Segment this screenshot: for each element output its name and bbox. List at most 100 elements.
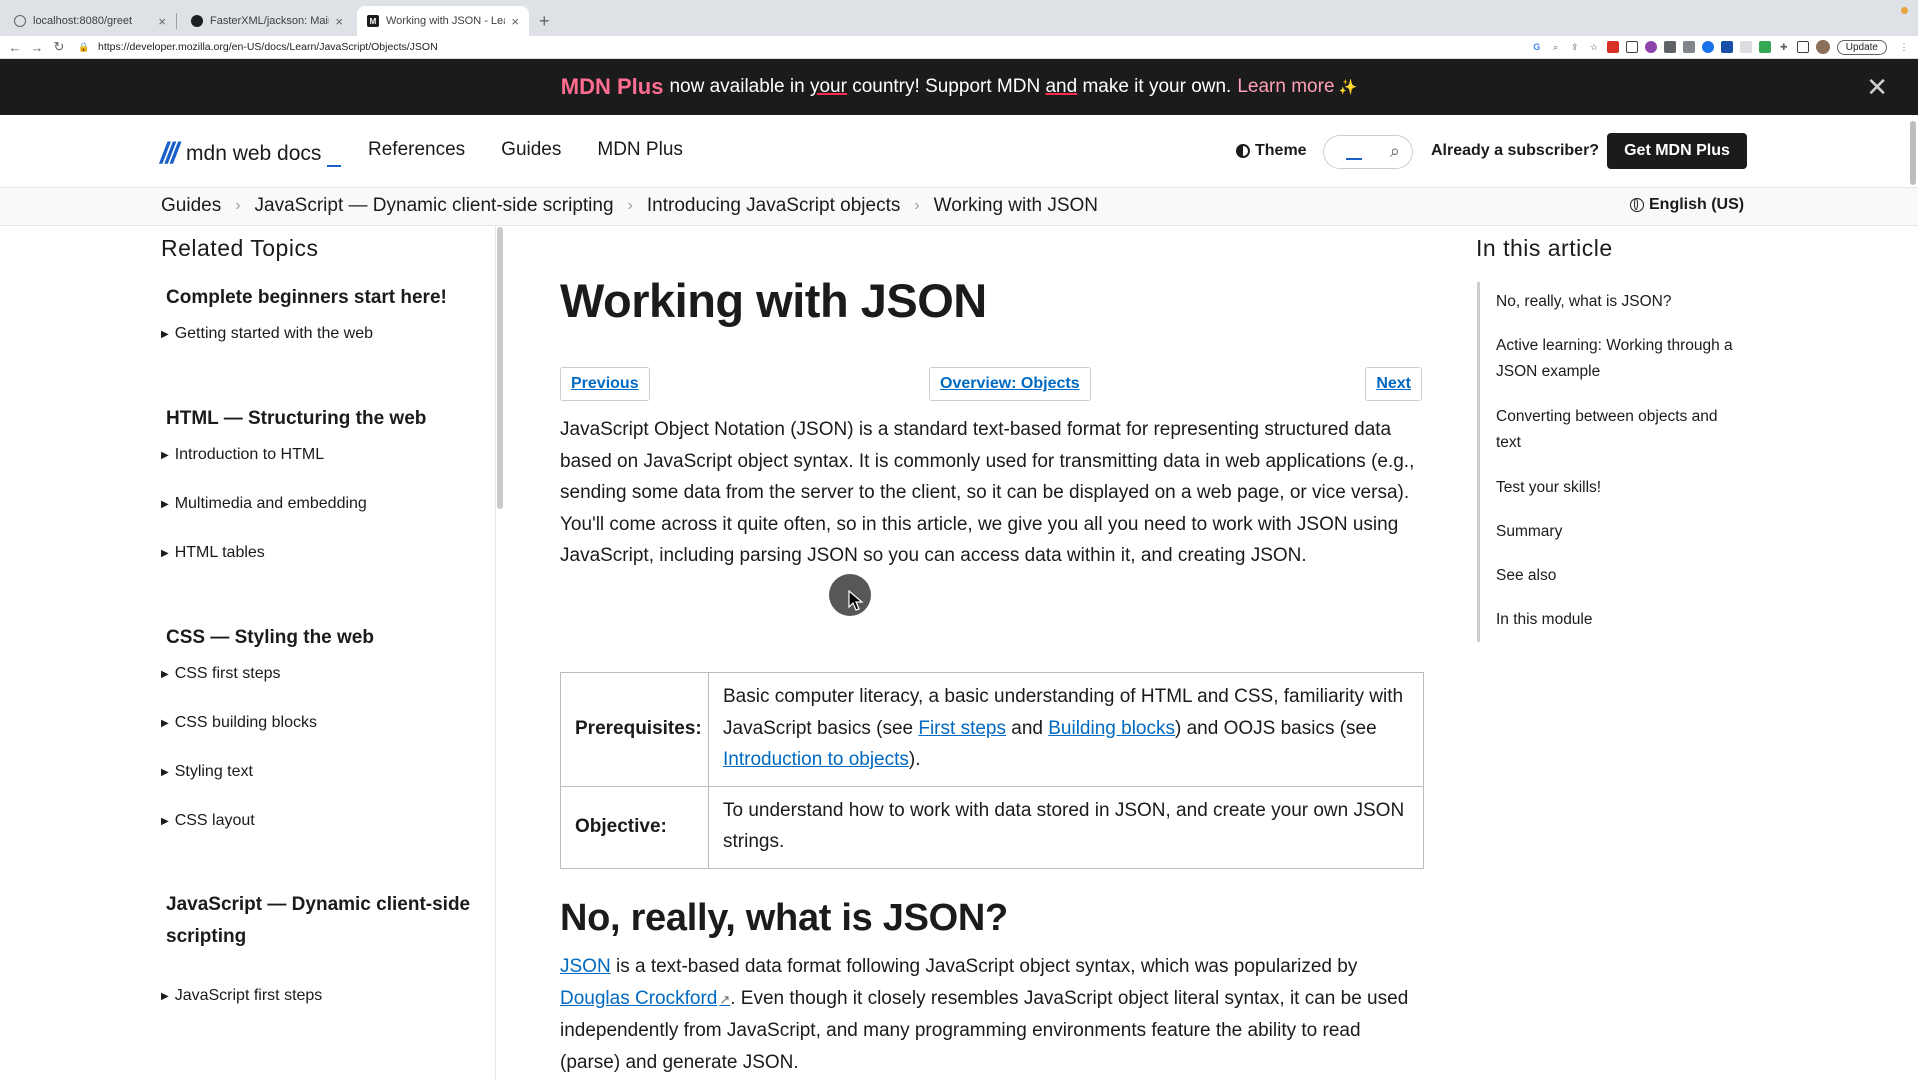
extension-dark-blue-icon[interactable]	[1720, 41, 1733, 53]
login-link[interactable]: Already a subscriber?	[1431, 142, 1599, 160]
theme-switcher[interactable]: Theme	[1236, 142, 1307, 160]
reload-icon[interactable]: ↻	[48, 39, 70, 55]
browser-tab-3-active[interactable]: M Working with JSON - Learn we ×	[357, 6, 529, 36]
caret-right-icon: ▶	[161, 717, 169, 729]
back-arrow-icon[interactable]: ←	[4, 40, 26, 55]
profile-avatar[interactable]	[1815, 40, 1830, 54]
json-glossary-link[interactable]: JSON	[560, 956, 611, 977]
url-field[interactable]: 🔒 https://developer.mozilla.org/en-US/do…	[78, 37, 1458, 57]
close-icon[interactable]: ×	[335, 14, 343, 29]
sidebar-scrollbar[interactable]	[497, 227, 503, 509]
sidebar-item[interactable]: ▶ CSS building blocks	[161, 714, 317, 732]
chevron-right-icon: ›	[235, 197, 241, 214]
github-icon	[191, 15, 203, 27]
extension-green-icon[interactable]	[1758, 41, 1771, 53]
toc-item[interactable]: See also	[1496, 563, 1746, 589]
douglas-crockford-link[interactable]: Douglas Crockford ↗	[560, 988, 730, 1009]
webpage: MDN Plus now available in your country! …	[0, 59, 1918, 1080]
banner-text-part: country! Support MDN	[852, 76, 1041, 97]
toc-item[interactable]: No, really, what is JSON?	[1496, 289, 1746, 315]
google-icon[interactable]: G	[1531, 41, 1543, 53]
language-switcher[interactable]: English (US)	[1630, 196, 1744, 214]
window-status-dot	[1901, 7, 1908, 14]
breadcrumb-item-current[interactable]: Working with JSON	[934, 195, 1098, 217]
extension-light-icon[interactable]	[1739, 41, 1752, 53]
sidebar-item[interactable]: ▶ Multimedia and embedding	[161, 495, 367, 513]
sidebar-item-label: Introduction to HTML	[174, 446, 325, 463]
cell-text: ) and OOJS basics (see	[1175, 717, 1377, 739]
search-input[interactable]: ⌕	[1323, 135, 1413, 169]
previous-link[interactable]: Previous	[560, 367, 650, 401]
page-scrollbar[interactable]	[1910, 121, 1916, 185]
sidebar-item[interactable]: ▶ CSS first steps	[161, 665, 281, 683]
toc-item[interactable]: Converting between objects and text	[1496, 404, 1746, 456]
forward-arrow-icon[interactable]: →	[26, 40, 48, 55]
extension-grey-2-icon[interactable]	[1682, 41, 1695, 53]
zoom-icon[interactable]: ⌕	[1550, 41, 1562, 53]
extension-blue-icon[interactable]	[1701, 41, 1714, 53]
sidebar-item[interactable]: ▶ Getting started with the web	[161, 325, 373, 343]
tab-title: localhost:8080/greet	[33, 15, 133, 27]
get-mdn-plus-button[interactable]: Get MDN Plus	[1607, 133, 1747, 169]
extension-red-icon[interactable]	[1606, 41, 1619, 53]
overview-link[interactable]: Overview: Objects	[929, 367, 1091, 401]
logo-text: mdn web docs	[186, 142, 322, 165]
banner-text-emphasis: your	[809, 76, 847, 97]
mdn-logo-icon: ///	[160, 137, 179, 170]
browser-tab-2[interactable]: FasterXML/jackson: Main Porta ×	[181, 6, 353, 36]
nav-guides[interactable]: Guides	[501, 139, 561, 161]
toc-item[interactable]: In this module	[1496, 607, 1746, 633]
browser-tabstrip: localhost:8080/greet × FasterXML/jackson…	[0, 0, 1918, 36]
link-text: Douglas Crockford	[560, 987, 718, 1009]
building-blocks-link[interactable]: Building blocks	[1048, 718, 1175, 739]
search-caret	[1346, 158, 1362, 160]
mdn-logo[interactable]: /// mdn web docs	[160, 137, 342, 171]
breadcrumb-item-objects[interactable]: Introducing JavaScript objects	[647, 195, 900, 217]
sidebar-item[interactable]: ▶ CSS layout	[161, 812, 255, 830]
paragraph-text: is a text-based data format following Ja…	[615, 956, 1358, 977]
nav-mdn-plus[interactable]: MDN Plus	[597, 139, 683, 161]
update-button[interactable]: Update	[1836, 39, 1887, 55]
sidebar-item[interactable]: ▶ HTML tables	[161, 544, 265, 562]
puzzle-icon[interactable]: ✚	[1778, 41, 1790, 53]
table-header-cell: Objective:	[561, 786, 709, 868]
search-icon[interactable]: ⌕	[1390, 141, 1400, 162]
bookmark-star-icon[interactable]: ☆	[1588, 41, 1600, 53]
menu-kebab-icon[interactable]: ⋮	[1898, 41, 1910, 53]
sidebar-item-label: CSS layout	[174, 812, 255, 829]
breadcrumb-item-guides[interactable]: Guides	[161, 195, 221, 217]
toc-item[interactable]: Summary	[1496, 519, 1746, 545]
extension-box-icon[interactable]	[1625, 41, 1638, 53]
toc-item[interactable]: Active learning: Working through a JSON …	[1496, 333, 1746, 385]
new-tab-button[interactable]: +	[529, 6, 560, 36]
tab-title: FasterXML/jackson: Main Porta	[210, 15, 329, 27]
browser-tab-1[interactable]: localhost:8080/greet ×	[4, 6, 176, 36]
toc-item[interactable]: Test your skills!	[1496, 475, 1746, 501]
site-header: /// mdn web docs References Guides MDN P…	[0, 115, 1918, 188]
close-icon[interactable]: ×	[511, 14, 519, 29]
next-link[interactable]: Next	[1365, 367, 1422, 401]
learn-more-link[interactable]: Learn more	[1237, 76, 1334, 98]
table-row: Objective: To understand how to work wit…	[561, 786, 1423, 868]
introduction-to-objects-link[interactable]: Introduction to objects	[723, 749, 909, 770]
mdn-plus-banner: MDN Plus now available in your country! …	[0, 59, 1918, 115]
banner-text: now available in your country! Support M…	[669, 76, 1231, 98]
breadcrumb-item-javascript[interactable]: JavaScript — Dynamic client-side scripti…	[255, 195, 614, 217]
sidebar-item[interactable]: ▶ JavaScript first steps	[161, 987, 322, 1005]
extension-purple-icon[interactable]	[1644, 41, 1657, 53]
first-steps-link[interactable]: First steps	[918, 718, 1006, 739]
sidebar-item[interactable]: ▶ Styling text	[161, 763, 253, 781]
page-title: Working with JSON	[560, 274, 987, 327]
banner-close-button[interactable]: ✕	[1866, 72, 1888, 103]
main-nav: References Guides MDN Plus	[368, 139, 683, 161]
sidepanel-icon[interactable]	[1796, 41, 1809, 53]
share-icon[interactable]: ⇪	[1569, 41, 1581, 53]
banner-text-part: make it your own.	[1082, 76, 1232, 97]
extension-toolbar: G ⌕ ⇪ ☆ ✚ Update ⋮	[1531, 39, 1910, 55]
nav-references[interactable]: References	[368, 139, 465, 161]
caret-right-icon: ▶	[161, 815, 169, 827]
sidebar-item[interactable]: ▶ Introduction to HTML	[161, 446, 324, 464]
close-icon[interactable]: ×	[158, 14, 166, 29]
sidebar-item-label: HTML tables	[174, 544, 265, 561]
extension-grey-icon[interactable]	[1663, 41, 1676, 53]
